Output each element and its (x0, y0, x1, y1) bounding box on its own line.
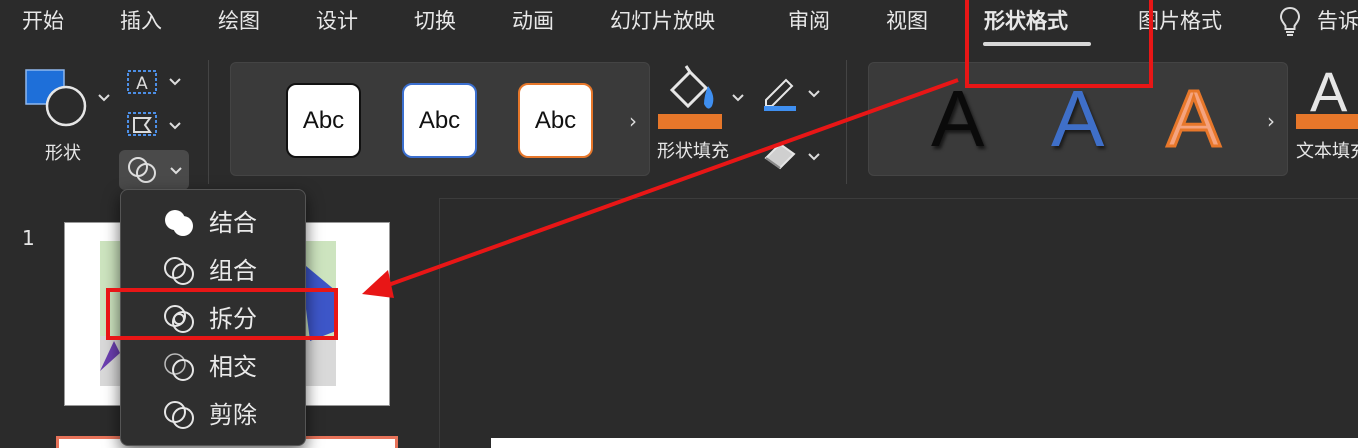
slide-editor[interactable] (440, 199, 1358, 448)
annotation-box-fragment-item (106, 288, 338, 340)
shape-styles-gallery: Abc Abc Abc › (230, 62, 650, 176)
chevron-down-icon (170, 167, 182, 175)
wordart-style-black[interactable]: A (931, 77, 984, 161)
tab-transitions[interactable]: 切换 (414, 6, 456, 36)
shapes-icon[interactable] (24, 68, 88, 128)
tab-draw[interactable]: 绘图 (218, 6, 260, 36)
eraser-effects-icon[interactable] (762, 140, 798, 170)
menu-item-intersect[interactable]: 相交 (121, 342, 307, 390)
merge-shapes-icon (128, 157, 156, 183)
wordart-style-blue[interactable]: A (1051, 77, 1104, 161)
slide-number: 1 (22, 226, 35, 250)
tab-slideshow[interactable]: 幻灯片放映 (610, 6, 715, 36)
chevron-down-icon[interactable] (807, 89, 821, 99)
chevron-down-icon[interactable] (731, 93, 745, 103)
subtract-icon (164, 401, 194, 429)
combine-icon (164, 257, 194, 285)
ribbon-separator (208, 60, 209, 184)
menu-item-label: 组合 (209, 257, 257, 285)
tab-home[interactable]: 开始 (22, 6, 64, 36)
menu-item-label: 相交 (209, 353, 257, 381)
shape-style-black[interactable]: Abc (286, 83, 361, 158)
tell-me-label[interactable]: 告诉 (1317, 6, 1358, 36)
gallery-more-arrow[interactable]: › (629, 109, 637, 133)
text-fill-glyph[interactable]: A (1310, 62, 1347, 122)
chevron-down-icon[interactable] (168, 77, 182, 87)
tab-review[interactable]: 审阅 (788, 6, 830, 36)
chevron-down-icon[interactable] (97, 93, 111, 103)
chevron-down-icon[interactable] (807, 152, 821, 162)
shapes-label: 形状 (45, 143, 81, 164)
merge-shapes-button[interactable] (119, 150, 189, 190)
paint-bucket-icon[interactable] (664, 64, 722, 114)
gallery-more-arrow[interactable]: › (1267, 109, 1275, 133)
ribbon-separator (846, 60, 847, 184)
slide-canvas-edge[interactable] (491, 438, 1358, 448)
menu-item-combine[interactable]: 组合 (121, 246, 307, 294)
annotation-box-shape-format-tab (965, 0, 1153, 88)
lightbulb-icon[interactable] (1277, 5, 1303, 37)
edit-shape-icon[interactable] (125, 110, 159, 138)
tab-view[interactable]: 视图 (886, 6, 928, 36)
shape-style-orange[interactable]: Abc (518, 83, 593, 158)
svg-text:A: A (136, 74, 148, 94)
menu-item-subtract[interactable]: 剪除 (121, 390, 307, 438)
text-box-icon[interactable]: A (125, 68, 159, 96)
intersect-icon (164, 353, 194, 381)
pen-outline-icon[interactable] (762, 76, 798, 112)
menu-item-label: 剪除 (209, 401, 257, 429)
text-fill-label[interactable]: 文本填充 (1296, 137, 1358, 163)
shape-fill-label[interactable]: 形状填充 (657, 137, 745, 163)
union-icon (165, 210, 193, 236)
tab-animations[interactable]: 动画 (512, 6, 554, 36)
menu-item-union[interactable]: 结合 (121, 198, 307, 246)
text-fill-color-bar[interactable] (1296, 114, 1358, 129)
shape-style-blue[interactable]: Abc (402, 83, 477, 158)
tab-insert[interactable]: 插入 (120, 6, 162, 36)
shape-fill-color-bar[interactable] (658, 114, 722, 129)
menu-item-label: 结合 (209, 209, 257, 237)
chevron-down-icon[interactable] (168, 121, 182, 131)
ribbon-tab-bar: 开始 插入 绘图 设计 切换 动画 幻灯片放映 审阅 视图 形状格式 图片格式 … (0, 0, 1358, 46)
tab-design[interactable]: 设计 (316, 6, 358, 36)
wordart-style-orange-outline[interactable]: A (1165, 75, 1221, 162)
